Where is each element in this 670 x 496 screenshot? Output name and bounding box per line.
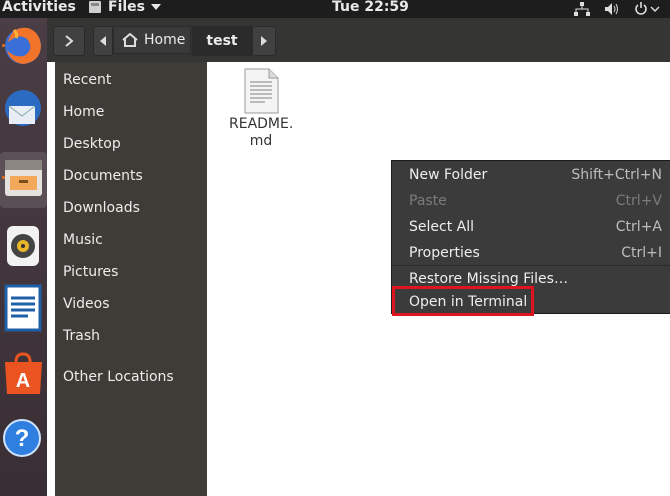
dock: A ? — [0, 18, 47, 496]
dock-help[interactable]: ? — [0, 414, 47, 470]
volume-icon[interactable] — [604, 2, 620, 16]
sidebar-item-recent[interactable]: Recent — [63, 72, 111, 88]
top-bar: Activities Files Tue 22:59 — [0, 0, 670, 18]
left-arrow-icon — [100, 36, 106, 46]
dock-thunderbird[interactable] — [0, 84, 47, 140]
menu-item-shortcut: Ctrl+I — [621, 245, 662, 261]
dock-files[interactable] — [0, 152, 47, 208]
sidebar-item-trash[interactable]: Trash — [63, 328, 100, 344]
svg-text:?: ? — [15, 425, 30, 452]
breadcrumb-home[interactable]: Home — [113, 26, 191, 54]
file-name-line1: README. — [229, 116, 294, 132]
firefox-icon — [5, 27, 41, 64]
menu-item-new-folder[interactable]: New Folder Shift+Ctrl+N — [392, 163, 670, 189]
breadcrumb-home-label: Home — [144, 32, 186, 48]
sidebar-item-music[interactable]: Music — [63, 232, 103, 248]
svg-text:A: A — [16, 370, 30, 392]
sidebar-item-videos[interactable]: Videos — [63, 296, 110, 312]
menu-item-label: Properties — [409, 245, 480, 261]
menu-separator — [392, 265, 670, 266]
breadcrumb-next-button[interactable] — [252, 26, 276, 56]
home-icon — [122, 33, 138, 47]
help-icon: ? — [3, 419, 41, 457]
file-name-line2: md — [249, 133, 273, 149]
network-icon[interactable] — [574, 2, 590, 16]
forward-button[interactable] — [53, 26, 85, 56]
libreoffice-writer-icon — [4, 284, 42, 332]
dock-writer[interactable] — [0, 284, 47, 340]
software-center-icon: A — [5, 352, 42, 394]
thunderbird-icon — [5, 90, 41, 126]
highlight-box — [392, 286, 534, 316]
dock-rhythmbox[interactable] — [0, 220, 47, 276]
clock[interactable]: Tue 22:59 — [332, 0, 409, 15]
files-app-icon — [89, 1, 101, 13]
file-item[interactable]: README. md — [229, 68, 293, 150]
menu-item-shortcut: Shift+Ctrl+N — [571, 167, 662, 183]
header-bar: Home test — [47, 18, 670, 62]
system-tray[interactable] — [574, 0, 660, 18]
files-icon — [5, 160, 42, 196]
menu-item-shortcut: Ctrl+V — [615, 193, 662, 209]
breadcrumb-back-button[interactable] — [93, 26, 113, 56]
menu-item-label: Select All — [409, 219, 474, 235]
menu-item-properties[interactable]: Properties Ctrl+I — [392, 241, 670, 267]
app-name: Files — [108, 0, 145, 15]
sidebar-item-documents[interactable]: Documents — [63, 168, 143, 184]
menu-item-label: New Folder — [409, 167, 488, 183]
places-sidebar: Recent Home Desktop Documents Downloads … — [55, 62, 207, 496]
dock-firefox[interactable] — [0, 20, 47, 76]
menu-item-shortcut: Ctrl+A — [615, 219, 662, 235]
sidebar-item-pictures[interactable]: Pictures — [63, 264, 118, 280]
activities-button[interactable]: Activities — [2, 0, 76, 15]
sidebar-item-desktop[interactable]: Desktop — [63, 136, 121, 152]
breadcrumb-current-label: test — [206, 33, 238, 49]
chevron-down-icon — [151, 4, 161, 10]
menu-item-label: Restore Missing Files… — [409, 271, 568, 287]
chevron-right-icon — [65, 35, 74, 47]
breadcrumb-current[interactable]: test — [192, 26, 252, 56]
sidebar-item-home[interactable]: Home — [63, 104, 104, 120]
right-arrow-icon — [261, 36, 267, 46]
power-icon[interactable] — [634, 2, 660, 16]
sidebar-item-other-locations[interactable]: Other Locations — [63, 369, 174, 385]
app-menu[interactable]: Files — [88, 0, 161, 15]
menu-item-label: Paste — [409, 193, 447, 209]
text-file-icon — [244, 68, 279, 114]
rhythmbox-icon — [7, 226, 39, 266]
menu-item-paste[interactable]: Paste Ctrl+V — [392, 189, 670, 215]
sidebar-item-downloads[interactable]: Downloads — [63, 200, 140, 216]
dock-software[interactable]: A — [0, 352, 47, 408]
menu-item-select-all[interactable]: Select All Ctrl+A — [392, 215, 670, 241]
